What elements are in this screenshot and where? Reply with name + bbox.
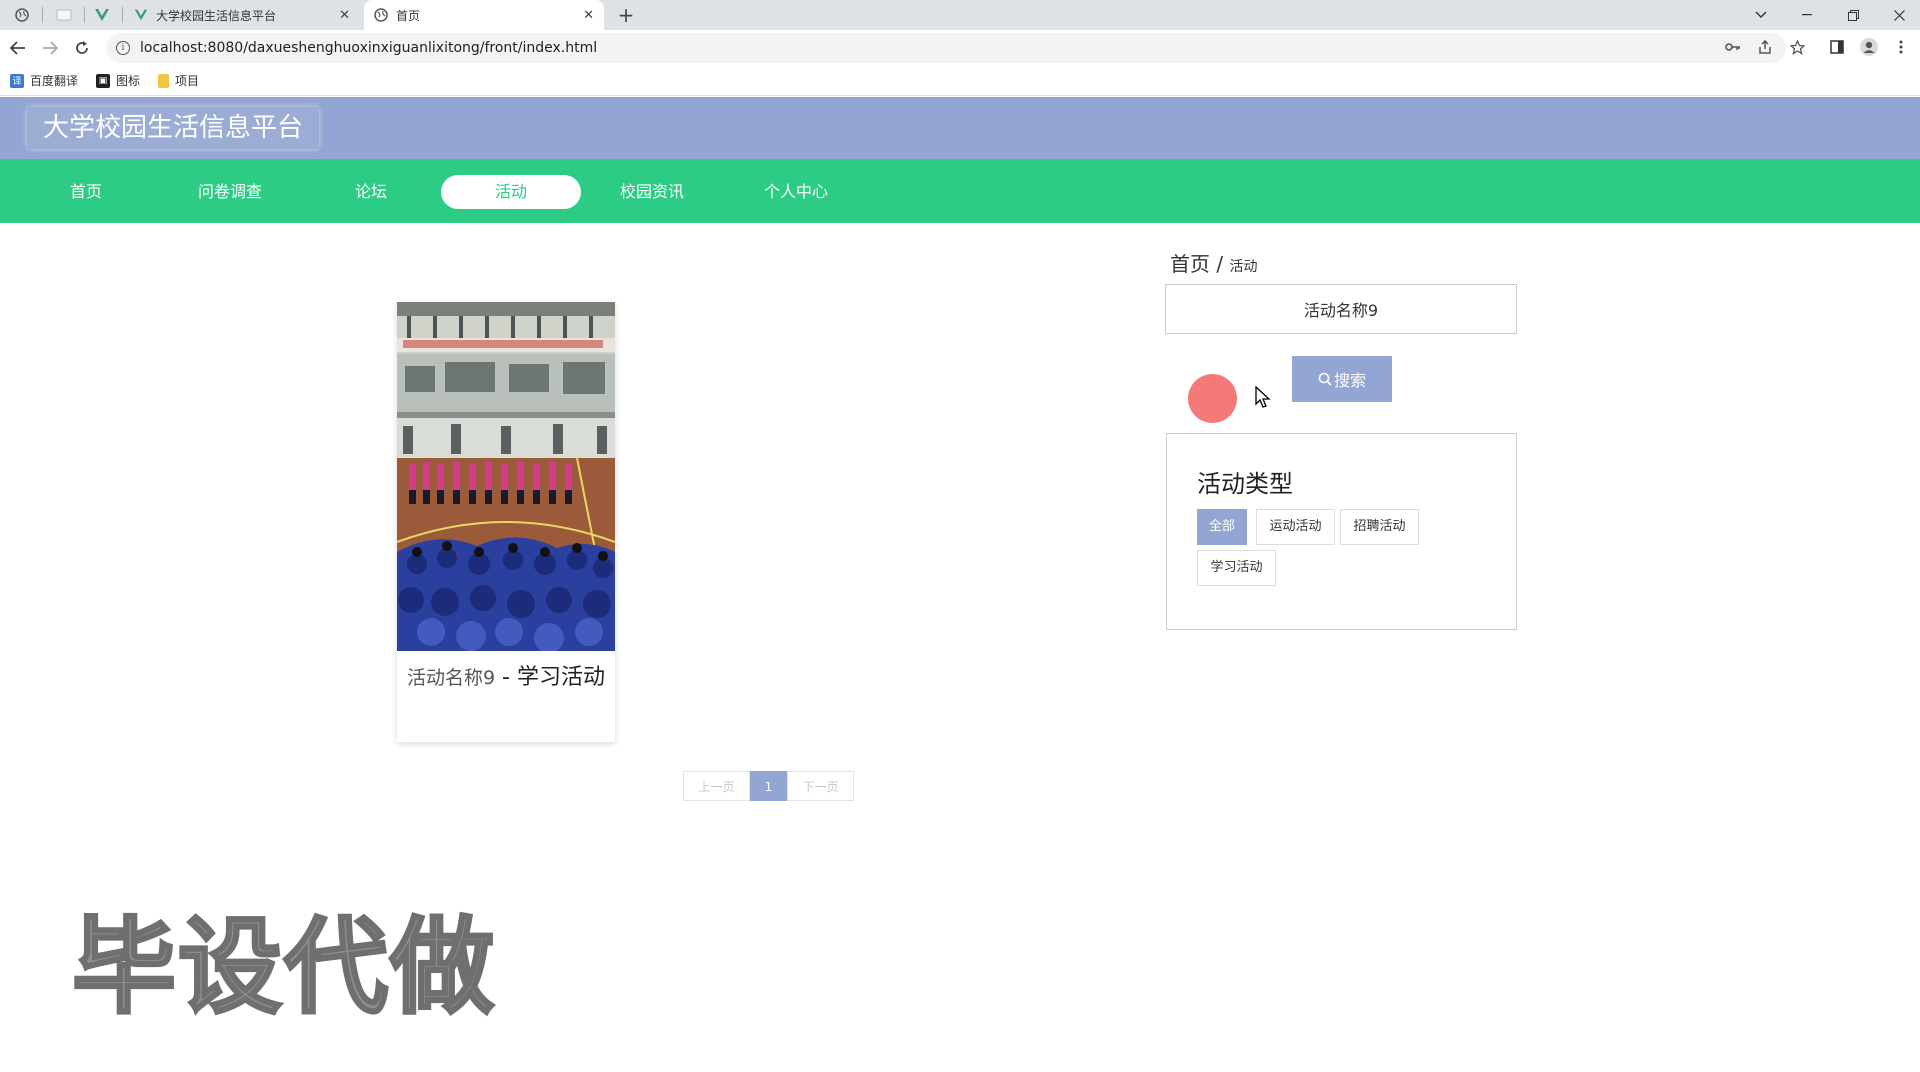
nav-personal-center[interactable]: 个人中心 — [726, 175, 866, 209]
back-arrow-icon[interactable] — [6, 36, 30, 60]
click-indicator — [1188, 374, 1237, 423]
bookmark-icons[interactable]: ▣ 图标 — [96, 72, 140, 89]
bookmark-baidu-translate[interactable]: 译 百度翻译 — [10, 72, 78, 89]
activity-caption[interactable]: 活动名称9 - 学习活动 — [397, 664, 615, 692]
tab-search-chevron-icon[interactable] — [1738, 0, 1784, 30]
caption-separator: - — [495, 665, 517, 690]
profile-avatar-icon[interactable] — [1858, 36, 1880, 58]
vue-logo-icon — [134, 9, 148, 21]
activity-photo-image — [397, 302, 615, 651]
activity-type: 学习活动 — [517, 665, 606, 690]
activity-name: 活动名称9 — [406, 667, 496, 689]
tab-separator — [42, 7, 43, 23]
bookmark-label: 项目 — [175, 74, 200, 88]
globe-tab-icon[interactable] — [2, 4, 42, 26]
site-header: 大学校园生活信息平台 — [0, 97, 1920, 159]
address-bar[interactable]: i localhost:8080/daxueshenghuoxinxiguanl… — [106, 33, 1786, 63]
browser-toolbar: i localhost:8080/daxueshenghuoxinxiguanl… — [0, 30, 1920, 66]
close-icon[interactable]: ✕ — [583, 8, 594, 23]
bookmark-label: 图标 — [116, 74, 141, 88]
vue-tab-icon[interactable] — [82, 4, 122, 26]
breadcrumb-current: 活动 — [1229, 259, 1258, 275]
browser-tab-strip: 大学校园生活信息平台 ✕ 首页 ✕ + — [0, 0, 1920, 30]
tab-title: 首页 — [396, 8, 421, 23]
activity-card[interactable]: 活动名称9 - 学习活动 — [397, 302, 615, 742]
tab-title: 大学校园生活信息平台 — [156, 8, 277, 23]
prev-page-button[interactable]: 上一页 — [683, 771, 750, 801]
nav-forum[interactable]: 论坛 — [301, 175, 441, 209]
site-title[interactable]: 大学校园生活信息平台 — [27, 107, 320, 149]
filter-chip-study[interactable]: 学习活动 — [1197, 550, 1276, 586]
restore-icon[interactable] — [1830, 0, 1876, 30]
breadcrumb: 首页 / 活动 — [1170, 248, 1257, 277]
translate-icon: 译 — [10, 73, 24, 88]
star-icon[interactable] — [1786, 36, 1808, 58]
image-icon: ▣ — [96, 73, 111, 88]
filter-chip-sports[interactable]: 运动活动 — [1256, 509, 1335, 545]
key-icon[interactable] — [1722, 36, 1744, 58]
pagination: 上一页 1 下一页 — [683, 771, 854, 801]
globe-icon — [374, 8, 388, 22]
breadcrumb-home[interactable]: 首页 — [1170, 252, 1210, 276]
nav-activities[interactable]: 活动 — [441, 175, 581, 209]
close-icon[interactable]: ✕ — [339, 8, 350, 23]
search-button[interactable]: 搜索 — [1292, 356, 1392, 402]
tab-separator — [122, 7, 123, 23]
nav-survey[interactable]: 问卷调查 — [160, 175, 300, 209]
next-page-button[interactable]: 下一页 — [787, 771, 854, 801]
share-icon[interactable] — [1754, 36, 1776, 58]
forward-arrow-icon[interactable] — [38, 36, 62, 60]
main-nav: 首页 问卷调查 论坛 活动 校园资讯 个人中心 — [0, 159, 1920, 223]
side-panel-icon[interactable] — [1826, 36, 1848, 58]
new-tab-plus-icon[interactable]: + — [614, 3, 638, 27]
mouse-cursor-icon — [1255, 386, 1271, 408]
search-icon — [1318, 372, 1332, 386]
activity-type-filter: 活动类型 全部 运动活动 招聘活动 学习活动 — [1166, 433, 1517, 630]
filter-chip-all[interactable]: 全部 — [1197, 509, 1247, 545]
info-icon[interactable]: i — [116, 41, 130, 55]
search-input[interactable] — [1165, 284, 1517, 334]
address-url: localhost:8080/daxueshenghuoxinxiguanlix… — [140, 40, 598, 56]
page-1-button[interactable]: 1 — [750, 771, 787, 801]
minimize-icon[interactable] — [1784, 0, 1830, 30]
blank-tab-icon[interactable] — [44, 4, 84, 26]
nav-home[interactable]: 首页 — [16, 175, 156, 209]
reload-icon[interactable] — [70, 36, 94, 60]
tab-home[interactable]: 首页 ✕ — [364, 0, 604, 30]
bookmark-label: 百度翻译 — [30, 74, 79, 88]
watermark-text: 毕设代做 — [70, 905, 497, 1030]
nav-campus-news[interactable]: 校园资讯 — [582, 175, 722, 209]
filter-chip-recruiting[interactable]: 招聘活动 — [1340, 509, 1419, 545]
activity-photo[interactable] — [397, 302, 615, 651]
tab-platform[interactable]: 大学校园生活信息平台 ✕ — [124, 0, 360, 30]
search-button-label: 搜索 — [1333, 371, 1366, 390]
bookmark-folder-projects[interactable]: 项目 — [158, 72, 199, 89]
folder-icon — [158, 73, 170, 88]
kebab-menu-icon[interactable] — [1890, 36, 1912, 58]
close-window-icon[interactable] — [1876, 0, 1920, 30]
bookmarks-bar: 译 百度翻译 ▣ 图标 项目 — [0, 66, 1920, 96]
filter-title: 活动类型 — [1197, 470, 1293, 498]
breadcrumb-separator: / — [1216, 252, 1224, 276]
